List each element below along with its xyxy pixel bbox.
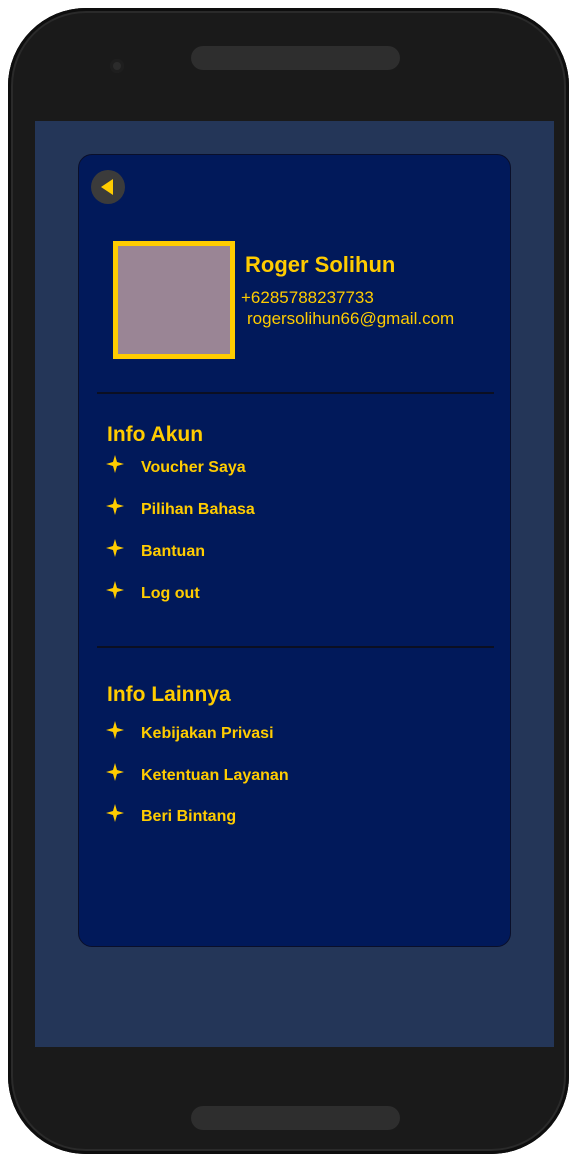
- menu-item-label: Log out: [141, 585, 200, 602]
- profile-email: rogersolihun66@gmail.com: [247, 309, 455, 328]
- divider: [97, 392, 494, 394]
- menu-item-label: Voucher Saya: [141, 459, 246, 476]
- menu-item-label: Beri Bintang: [141, 808, 237, 825]
- menu-item-pilihan-bahasa[interactable]: Pilihan Bahasa: [103, 494, 483, 524]
- section-title-info-akun: Info Akun: [107, 423, 204, 446]
- profile-card: Roger Solihun +6285788237733 rogersolihu…: [78, 154, 511, 947]
- menu-item-label: Bantuan: [141, 543, 205, 560]
- profile-phone: +6285788237733: [241, 288, 374, 307]
- star-icon: [106, 539, 124, 557]
- divider: [97, 646, 494, 648]
- menu-item-beri-bintang[interactable]: Beri Bintang: [103, 801, 483, 831]
- earpiece-speaker: [191, 46, 400, 70]
- avatar[interactable]: [113, 241, 235, 359]
- profile-name: Roger Solihun: [245, 252, 396, 277]
- bottom-speaker: [191, 1106, 400, 1130]
- section-title-info-lainnya: Info Lainnya: [107, 683, 231, 706]
- menu-item-kebijakan-privasi[interactable]: Kebijakan Privasi: [103, 718, 483, 748]
- menu-item-label: Ketentuan Layanan: [141, 767, 289, 784]
- star-icon: [106, 497, 124, 515]
- menu-item-log-out[interactable]: Log out: [103, 578, 483, 608]
- menu-item-bantuan[interactable]: Bantuan: [103, 536, 483, 566]
- front-camera: [110, 59, 124, 73]
- menu-item-ketentuan-layanan[interactable]: Ketentuan Layanan: [103, 760, 483, 790]
- star-icon: [106, 581, 124, 599]
- menu-item-label: Kebijakan Privasi: [141, 725, 274, 742]
- menu-item-voucher-saya[interactable]: Voucher Saya: [103, 452, 483, 482]
- star-icon: [106, 804, 124, 822]
- star-icon: [106, 721, 124, 739]
- star-icon: [106, 455, 124, 473]
- screen: Roger Solihun +6285788237733 rogersolihu…: [35, 121, 554, 1047]
- star-icon: [106, 763, 124, 781]
- phone-frame: Roger Solihun +6285788237733 rogersolihu…: [8, 8, 569, 1154]
- menu-item-label: Pilihan Bahasa: [141, 501, 255, 518]
- back-button[interactable]: [91, 170, 125, 204]
- back-arrow-icon: [101, 179, 113, 195]
